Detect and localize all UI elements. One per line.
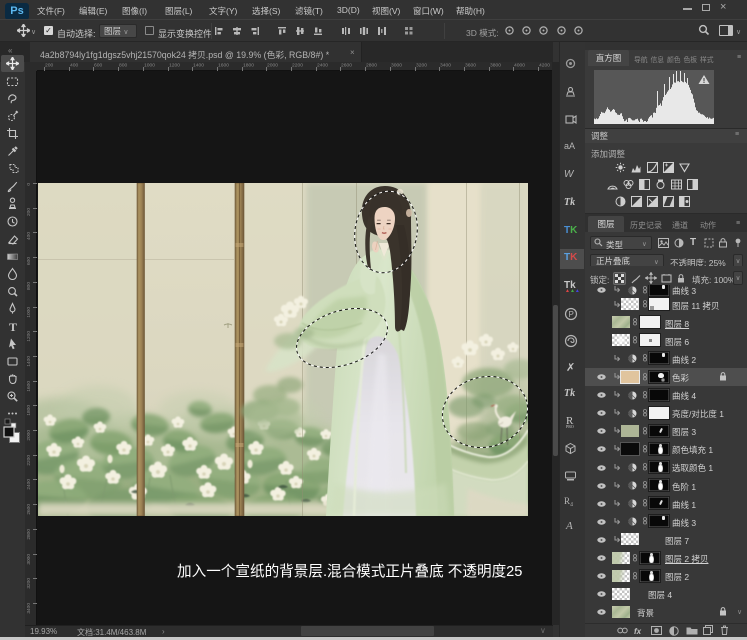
svg-text:P: P bbox=[569, 310, 574, 319]
svg-text:T: T bbox=[9, 320, 17, 333]
